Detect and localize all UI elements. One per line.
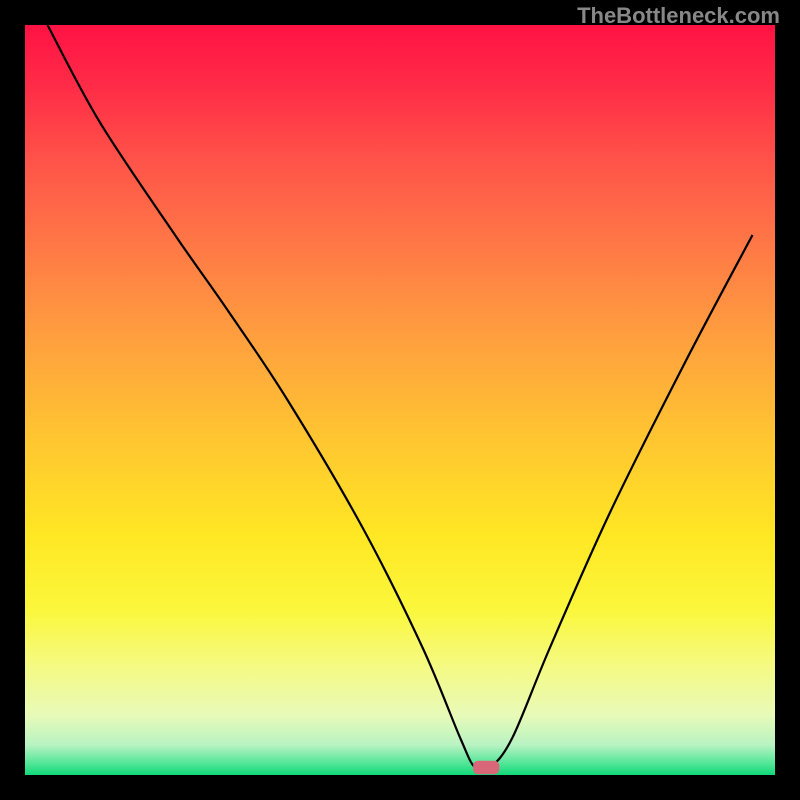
optimal-marker [473,761,499,775]
bottleneck-chart [0,0,800,800]
chart-container: { "watermark": "TheBottleneck.com", "cha… [0,0,800,800]
watermark-text: TheBottleneck.com [577,3,780,29]
